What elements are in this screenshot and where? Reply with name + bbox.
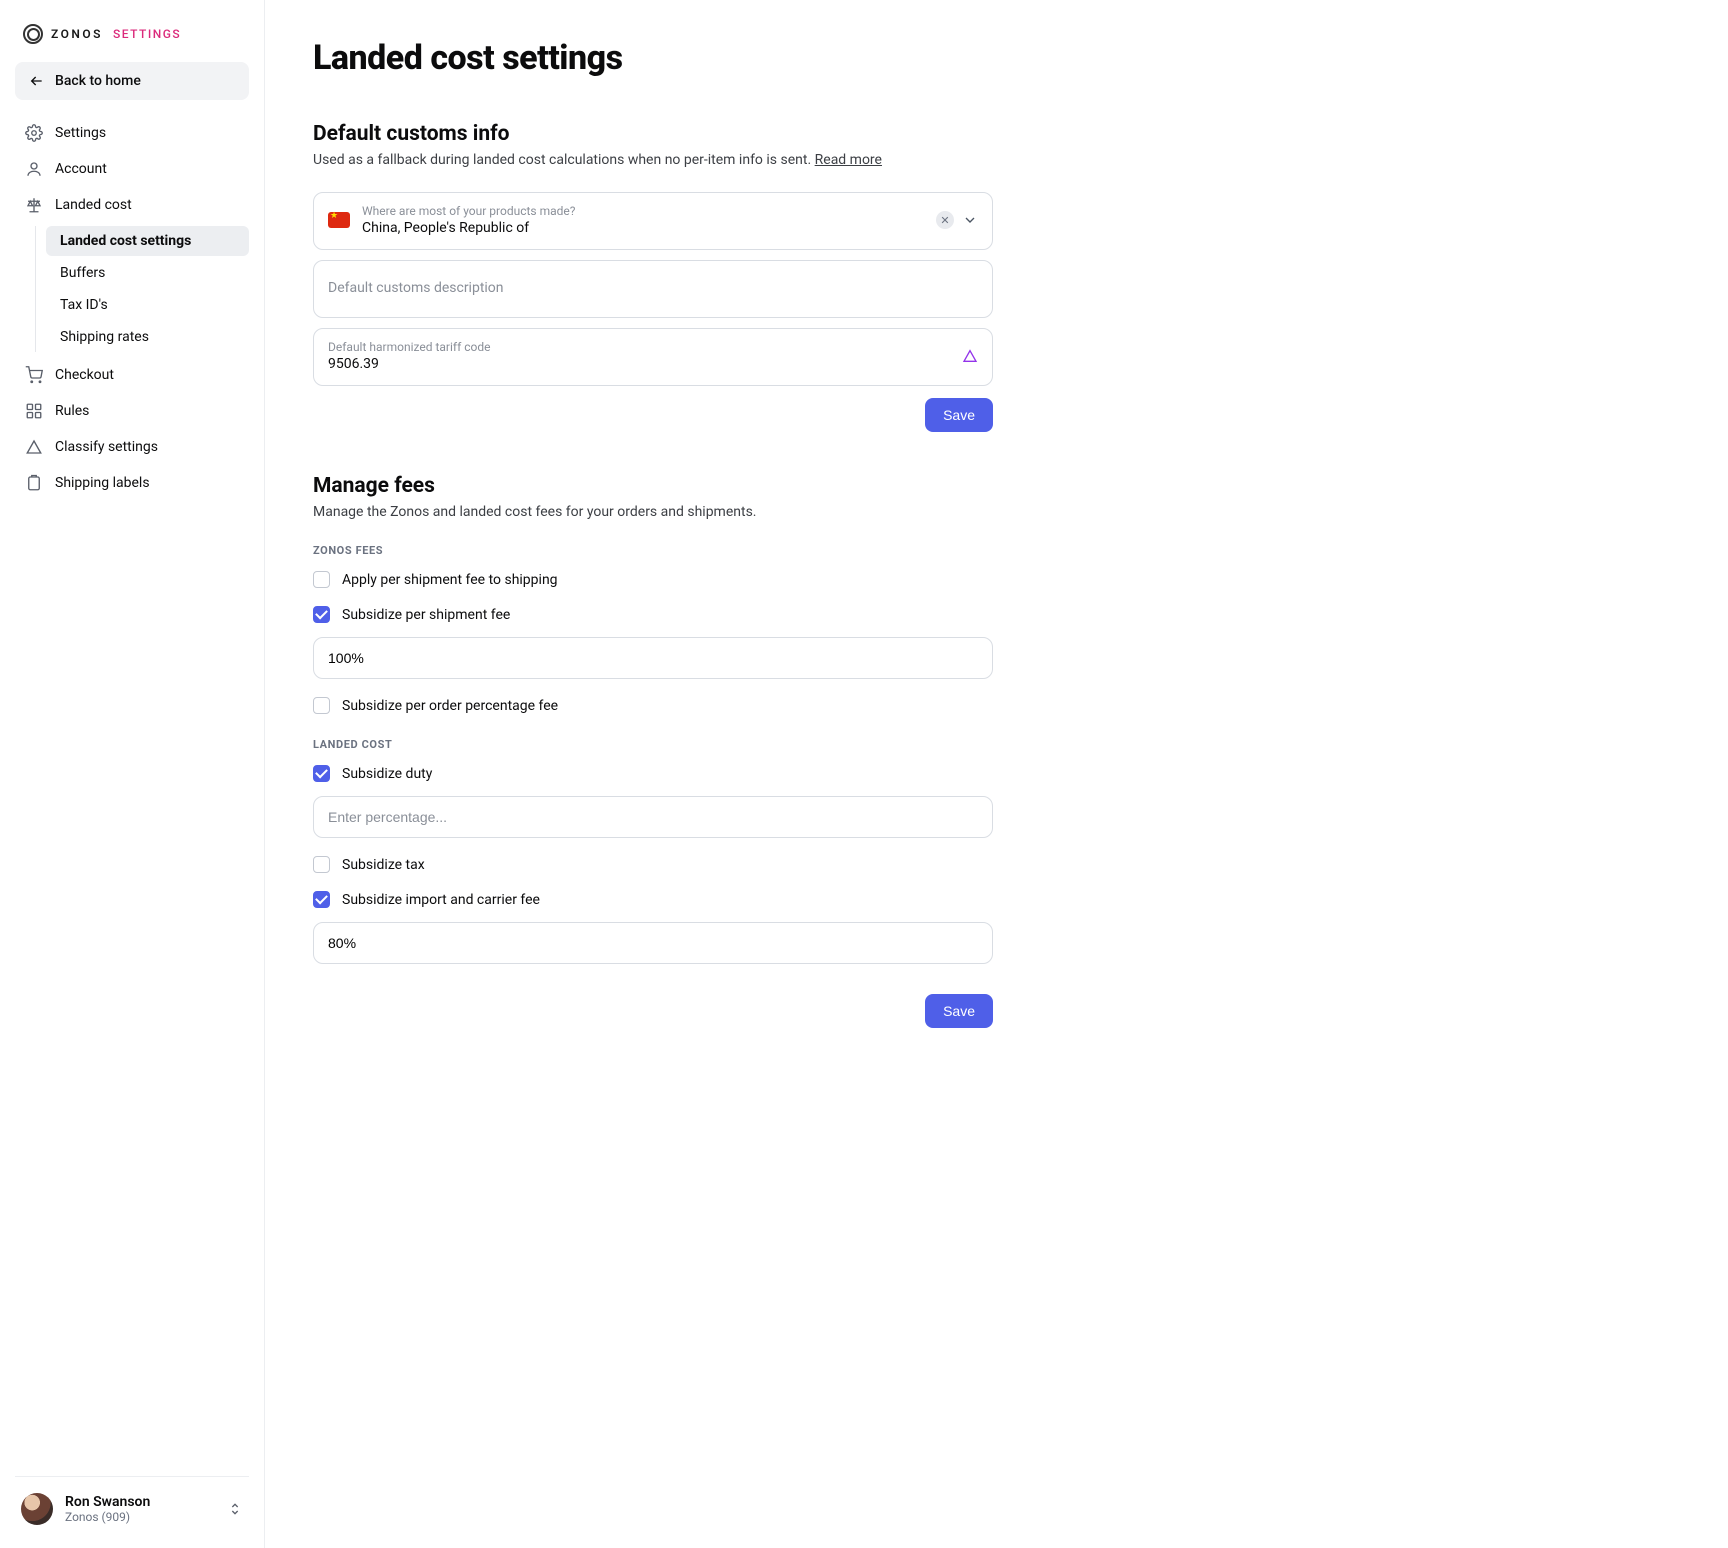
checkbox-icon — [313, 697, 330, 714]
sidebar-item-label: Account — [55, 161, 107, 177]
landed-cost-subhead: LANDED COST — [313, 738, 993, 751]
chevron-up-down-icon — [227, 1501, 243, 1517]
checkbox-label: Apply per shipment fee to shipping — [342, 572, 558, 588]
clipboard-icon — [25, 474, 43, 492]
checkbox-label: Subsidize per shipment fee — [342, 607, 510, 623]
section-heading: Manage fees — [313, 474, 993, 498]
checkbox-label: Subsidize per order percentage fee — [342, 698, 558, 714]
checkbox-checked-icon — [313, 606, 330, 623]
cart-icon — [25, 366, 43, 384]
sidebar-item-checkout[interactable]: Checkout — [15, 358, 249, 392]
section-description: Manage the Zonos and landed cost fees fo… — [313, 504, 993, 520]
checkbox-label: Subsidize tax — [342, 857, 425, 873]
apply-per-shipment-checkbox[interactable]: Apply per shipment fee to shipping — [313, 571, 993, 588]
sidebar-item-label: Classify settings — [55, 439, 158, 455]
field-placeholder: Default customs description — [328, 280, 978, 296]
avatar — [21, 1493, 53, 1525]
clear-button[interactable]: ✕ — [936, 211, 954, 229]
read-more-link[interactable]: Read more — [815, 152, 882, 168]
sidebar-item-landed-cost[interactable]: Landed cost — [15, 188, 249, 222]
country-of-origin-select[interactable]: Where are most of your products made? Ch… — [313, 192, 993, 250]
subsidize-duty-input[interactable] — [313, 796, 993, 838]
user-info: Ron Swanson Zonos (909) — [65, 1494, 215, 1524]
subsidize-duty-checkbox[interactable]: Subsidize duty — [313, 765, 993, 782]
scale-icon — [25, 196, 43, 214]
back-label: Back to home — [55, 73, 141, 89]
hts-code-input[interactable]: Default harmonized tariff code 9506.39 — [313, 328, 993, 386]
gear-icon — [25, 124, 43, 142]
checkbox-label: Subsidize duty — [342, 766, 432, 782]
sidebar-item-shipping-labels[interactable]: Shipping labels — [15, 466, 249, 500]
subnav-landed-cost-settings[interactable]: Landed cost settings — [46, 226, 249, 256]
customs-description-input[interactable]: Default customs description — [313, 260, 993, 318]
sidebar-item-label: Buffers — [60, 265, 105, 281]
subnav-tax-ids[interactable]: Tax ID's — [46, 290, 249, 320]
sidebar-item-label: Checkout — [55, 367, 114, 383]
user-name: Ron Swanson — [65, 1494, 215, 1510]
subsidize-per-shipment-input[interactable] — [313, 637, 993, 679]
user-icon — [25, 160, 43, 178]
arrow-left-icon — [29, 73, 45, 89]
subsidize-per-order-checkbox[interactable]: Subsidize per order percentage fee — [313, 697, 993, 714]
sidebar-item-account[interactable]: Account — [15, 152, 249, 186]
brand-logo: ZONOS SETTINGS — [15, 18, 249, 62]
field-label: Where are most of your products made? — [362, 204, 924, 218]
field-label: Default harmonized tariff code — [328, 340, 950, 354]
sidebar-item-classify-settings[interactable]: Classify settings — [15, 430, 249, 464]
section-description: Used as a fallback during landed cost ca… — [313, 152, 993, 168]
checkbox-checked-icon — [313, 891, 330, 908]
sidebar-item-label: Rules — [55, 403, 89, 419]
brand-sublabel: SETTINGS — [113, 27, 181, 41]
user-org: Zonos (909) — [65, 1510, 215, 1524]
manage-fees-section: Manage fees Manage the Zonos and landed … — [313, 474, 993, 1028]
sidebar-item-settings[interactable]: Settings — [15, 116, 249, 150]
sidebar-item-label: Landed cost settings — [60, 233, 191, 249]
sidebar-item-label: Shipping rates — [60, 329, 149, 345]
save-fees-button[interactable]: Save — [925, 994, 993, 1028]
checkbox-icon — [313, 856, 330, 873]
section-heading: Default customs info — [313, 122, 993, 146]
sidebar-item-label: Shipping labels — [55, 475, 150, 491]
zonos-logo-icon — [23, 24, 43, 44]
field-value: China, People's Republic of — [362, 220, 924, 236]
zonos-fees-subhead: ZONOS FEES — [313, 544, 993, 557]
sidebar-item-label: Settings — [55, 125, 106, 141]
page-title: Landed cost settings — [313, 38, 993, 78]
sidebar-item-label: Landed cost — [55, 197, 132, 213]
back-to-home-button[interactable]: Back to home — [15, 62, 249, 100]
subnav-shipping-rates[interactable]: Shipping rates — [46, 322, 249, 352]
sidebar-item-rules[interactable]: Rules — [15, 394, 249, 428]
field-value: 9506.39 — [328, 356, 950, 372]
subsidize-per-shipment-checkbox[interactable]: Subsidize per shipment fee — [313, 606, 993, 623]
subsidize-import-input[interactable] — [313, 922, 993, 964]
checkbox-checked-icon — [313, 765, 330, 782]
checkbox-label: Subsidize import and carrier fee — [342, 892, 540, 908]
checkbox-icon — [313, 571, 330, 588]
triangle-icon — [25, 438, 43, 456]
subsidize-import-checkbox[interactable]: Subsidize import and carrier fee — [313, 891, 993, 908]
grid-icon — [25, 402, 43, 420]
user-menu[interactable]: Ron Swanson Zonos (909) — [15, 1476, 249, 1533]
subnav-buffers[interactable]: Buffers — [46, 258, 249, 288]
classify-triangle-icon — [962, 348, 978, 364]
sidebar-item-label: Tax ID's — [60, 297, 108, 313]
chevron-down-icon[interactable] — [962, 212, 978, 228]
save-customs-button[interactable]: Save — [925, 398, 993, 432]
subsidize-tax-checkbox[interactable]: Subsidize tax — [313, 856, 993, 873]
landed-cost-subnav: Landed cost settings Buffers Tax ID's Sh… — [35, 226, 249, 352]
sidebar-nav: Settings Account Landed cost Landed cost… — [15, 116, 249, 500]
brand-name: ZONOS — [51, 27, 103, 41]
flag-cn-icon — [328, 212, 350, 228]
default-customs-section: Default customs info Used as a fallback … — [313, 122, 993, 432]
